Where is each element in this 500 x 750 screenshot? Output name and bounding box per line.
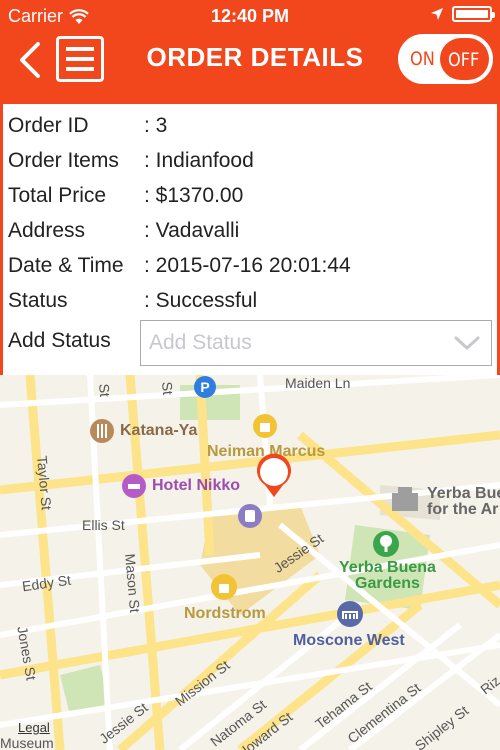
order-details-panel: Order ID 3 Order Items Indianfood Total … — [0, 100, 500, 375]
map-view[interactable]: Maiden Ln Taylor St Ellis St Eddy St Mas… — [0, 375, 500, 750]
detail-label: Date & Time — [8, 254, 124, 277]
tree-icon[interactable] — [372, 530, 400, 558]
map-legal-link[interactable]: Legal — [18, 720, 50, 735]
add-status-dropdown[interactable]: Add Status — [140, 320, 492, 366]
detail-value: Successful — [144, 289, 258, 313]
poi-nordstrom: Nordstrom — [184, 605, 266, 622]
detail-value: Indianfood — [144, 149, 254, 173]
convention-center-icon[interactable] — [336, 600, 364, 628]
location-pin-icon[interactable] — [252, 453, 296, 499]
detail-label: Address — [8, 219, 86, 242]
shopping-bag-icon[interactable] — [210, 573, 238, 601]
shopping-bag-icon[interactable] — [252, 413, 278, 439]
street-label: St — [96, 383, 114, 398]
detail-value: $1370.00 — [144, 184, 244, 208]
detail-value: 3 — [144, 114, 168, 138]
chevron-left-icon — [20, 42, 40, 78]
hotel-icon[interactable] — [121, 473, 147, 499]
street-label: Museum — [0, 735, 54, 750]
restaurant-icon[interactable] — [89, 418, 115, 444]
street-label: Ellis St — [82, 517, 125, 533]
street-label: St — [159, 381, 177, 396]
top-bar: Carrier 12:40 PM ORDER DETAILS ON OFF — [0, 0, 500, 100]
street-label: Maiden Ln — [285, 375, 351, 391]
detail-value: Vadavalli — [144, 219, 240, 243]
nav-bar: ORDER DETAILS ON OFF — [0, 32, 500, 100]
toggle-off-label: OFF — [448, 49, 480, 71]
parking-icon: P — [194, 376, 216, 398]
svg-text:P: P — [200, 379, 209, 395]
menu-button[interactable] — [56, 36, 104, 82]
detail-label: Order Items — [8, 149, 119, 172]
hamburger-icon-line — [66, 67, 94, 71]
chevron-down-icon — [454, 336, 480, 351]
status-right — [430, 6, 495, 22]
on-off-toggle[interactable]: ON OFF — [398, 34, 493, 84]
poi-moscone-west: Moscone West — [293, 632, 405, 649]
hamburger-icon-line — [66, 47, 94, 51]
battery-icon — [452, 6, 495, 22]
hamburger-icon-line — [66, 57, 94, 61]
add-status-label: Add Status — [8, 329, 111, 352]
detail-label: Order ID — [8, 114, 89, 137]
add-status-placeholder: Add Status — [149, 331, 252, 354]
back-button[interactable] — [12, 38, 48, 82]
transit-icon[interactable] — [237, 503, 263, 529]
detail-label: Total Price — [8, 184, 107, 207]
building-icon — [392, 487, 418, 511]
toggle-knob: OFF — [440, 38, 489, 80]
detail-value: 2015-07-16 20:01:44 — [144, 254, 351, 278]
toggle-on-label: ON — [410, 48, 435, 70]
poi-yerba-buena-2: for the Ar — [427, 501, 499, 518]
order-details-card: Order ID 3 Order Items Indianfood Total … — [3, 104, 497, 375]
status-time: 12:40 PM — [210, 6, 290, 26]
poi-hotel-nikko: Hotel Nikko — [152, 477, 241, 494]
poi-katana-ya: Katana-Ya — [120, 422, 198, 439]
location-arrow-icon — [431, 8, 443, 20]
page-title: ORDER DETAILS — [146, 42, 364, 72]
detail-label: Status — [8, 289, 68, 312]
status-bar: Carrier 12:40 PM — [0, 0, 500, 32]
poi-yerba-buena-gardens-2: Gardens — [355, 575, 420, 592]
